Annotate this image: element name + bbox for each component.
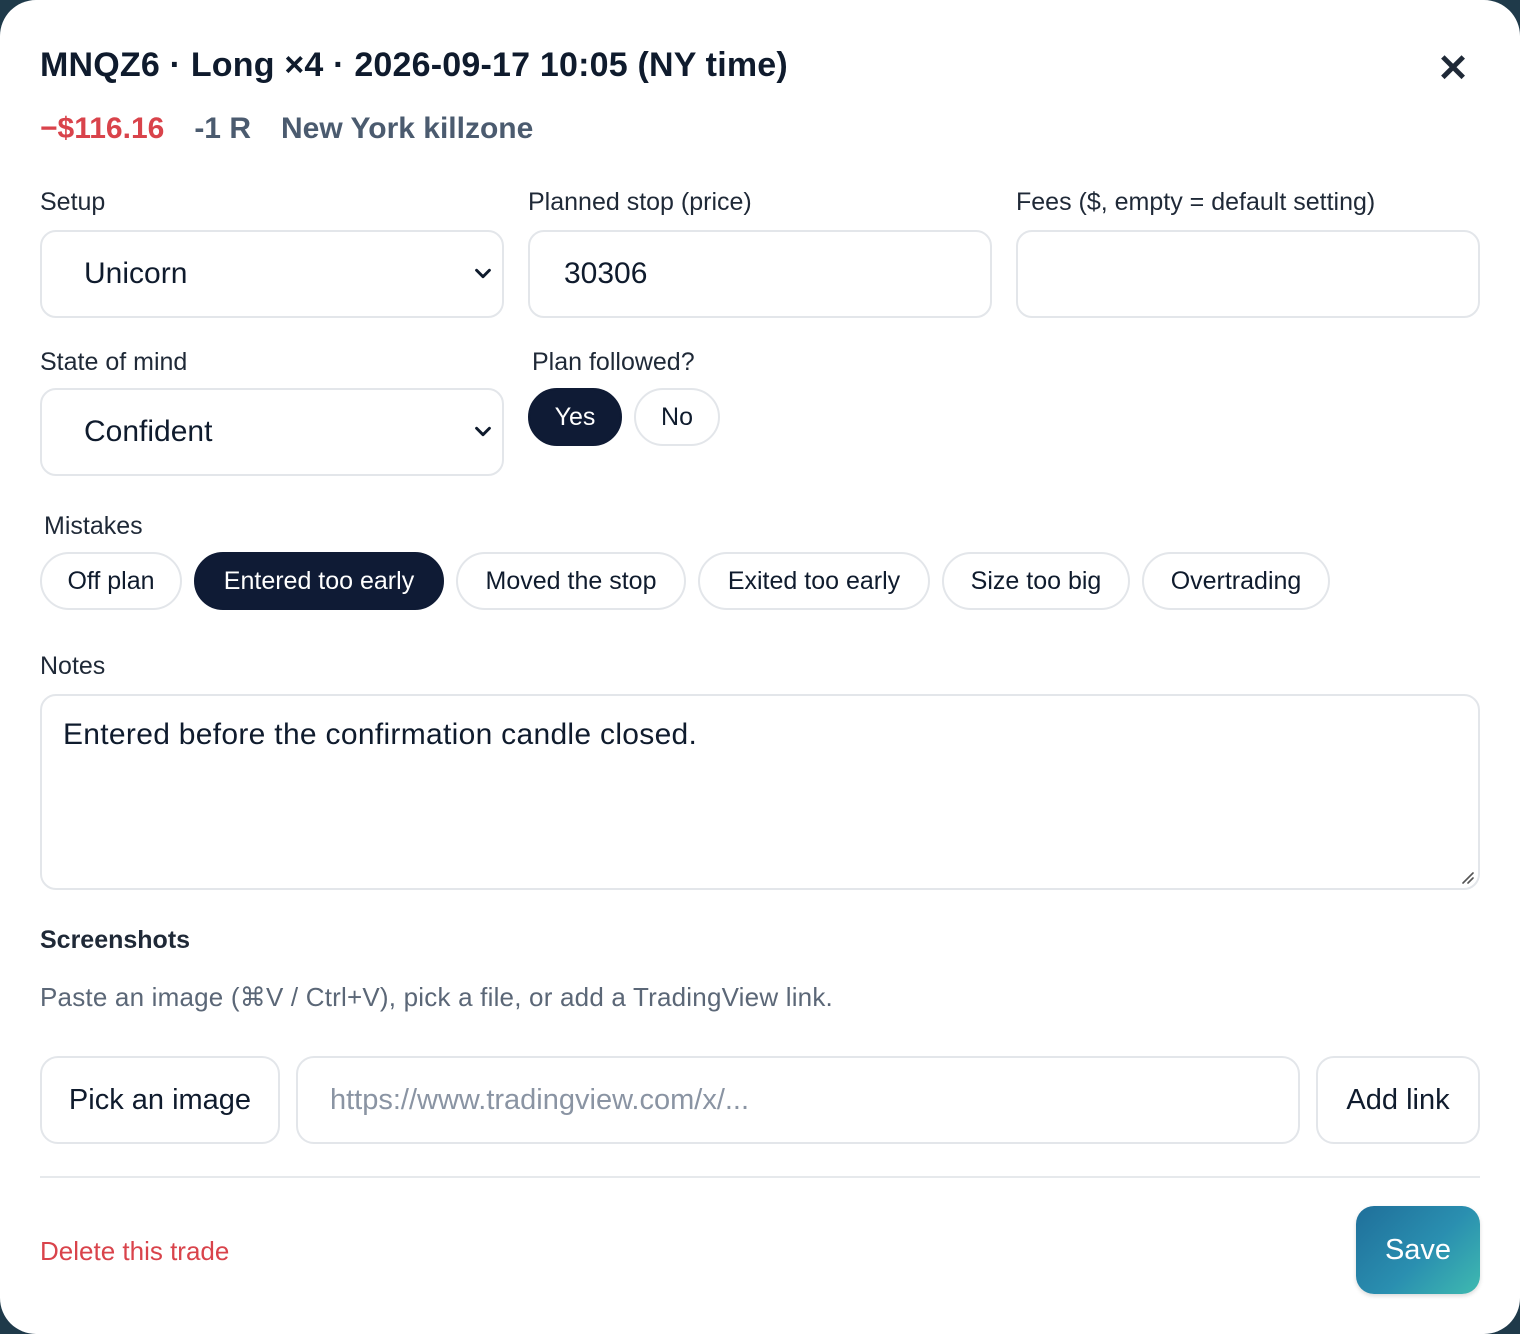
mistake-chip-overtrading[interactable]: Overtrading [1142,552,1330,610]
plan-followed-label: Plan followed? [532,348,695,376]
mistake-chip-size-too-big[interactable]: Size too big [942,552,1130,610]
planned-stop-value: 30306 [564,257,648,290]
edit-trade-dialog: MNQZ6 · Long ×4 · 2026-09-17 10:05 (NY t… [0,0,1520,1334]
session-label: New York killzone [281,112,534,145]
resize-handle-icon[interactable] [1458,868,1474,884]
mistake-chip-exited-too-early[interactable]: Exited too early [698,552,930,610]
planned-stop-input[interactable]: 30306 [528,230,992,318]
r-multiple: -1 R [194,112,251,145]
fees-input[interactable] [1016,230,1480,318]
pick-image-button[interactable]: Pick an image [40,1056,280,1144]
dialog-title: MNQZ6 · Long ×4 · 2026-09-17 10:05 (NY t… [40,46,788,84]
screenshots-hint: Paste an image (⌘V / Ctrl+V), pick a fil… [40,982,833,1012]
notes-value: Entered before the confirmation candle c… [63,718,698,751]
save-button[interactable]: Save [1356,1206,1480,1294]
mistakes-label: Mistakes [44,512,143,540]
planned-stop-label: Planned stop (price) [528,188,752,216]
setup-select[interactable]: Unicorn [40,230,504,318]
trade-summary: −$116.16 -1 R New York killzone [40,112,533,146]
setup-value: Unicorn [84,257,188,290]
screenshots-heading: Screenshots [40,926,191,954]
close-icon[interactable]: ✕ [1432,48,1474,90]
footer-divider [40,1176,1480,1178]
plan-followed-yes-button[interactable]: Yes [528,388,622,446]
tradingview-url-input[interactable] [296,1056,1300,1144]
notes-label: Notes [40,652,106,680]
delete-trade-link[interactable]: Delete this trade [40,1236,229,1267]
pnl-value: −$116.16 [40,112,165,145]
chevron-down-icon [475,426,491,437]
fees-label: Fees ($, empty = default setting) [1016,188,1376,216]
mistake-chip-off-plan[interactable]: Off plan [40,552,182,610]
chevron-down-icon [475,268,491,279]
state-of-mind-value: Confident [84,415,213,448]
state-of-mind-select[interactable]: Confident [40,388,504,476]
notes-textarea[interactable]: Entered before the confirmation candle c… [40,694,1480,890]
plan-followed-no-button[interactable]: No [634,388,720,446]
mistake-chip-moved-the-stop[interactable]: Moved the stop [456,552,686,610]
add-link-button[interactable]: Add link [1316,1056,1480,1144]
setup-label: Setup [40,188,106,216]
mistake-chip-entered-too-early[interactable]: Entered too early [194,552,444,610]
state-of-mind-label: State of mind [40,348,188,376]
